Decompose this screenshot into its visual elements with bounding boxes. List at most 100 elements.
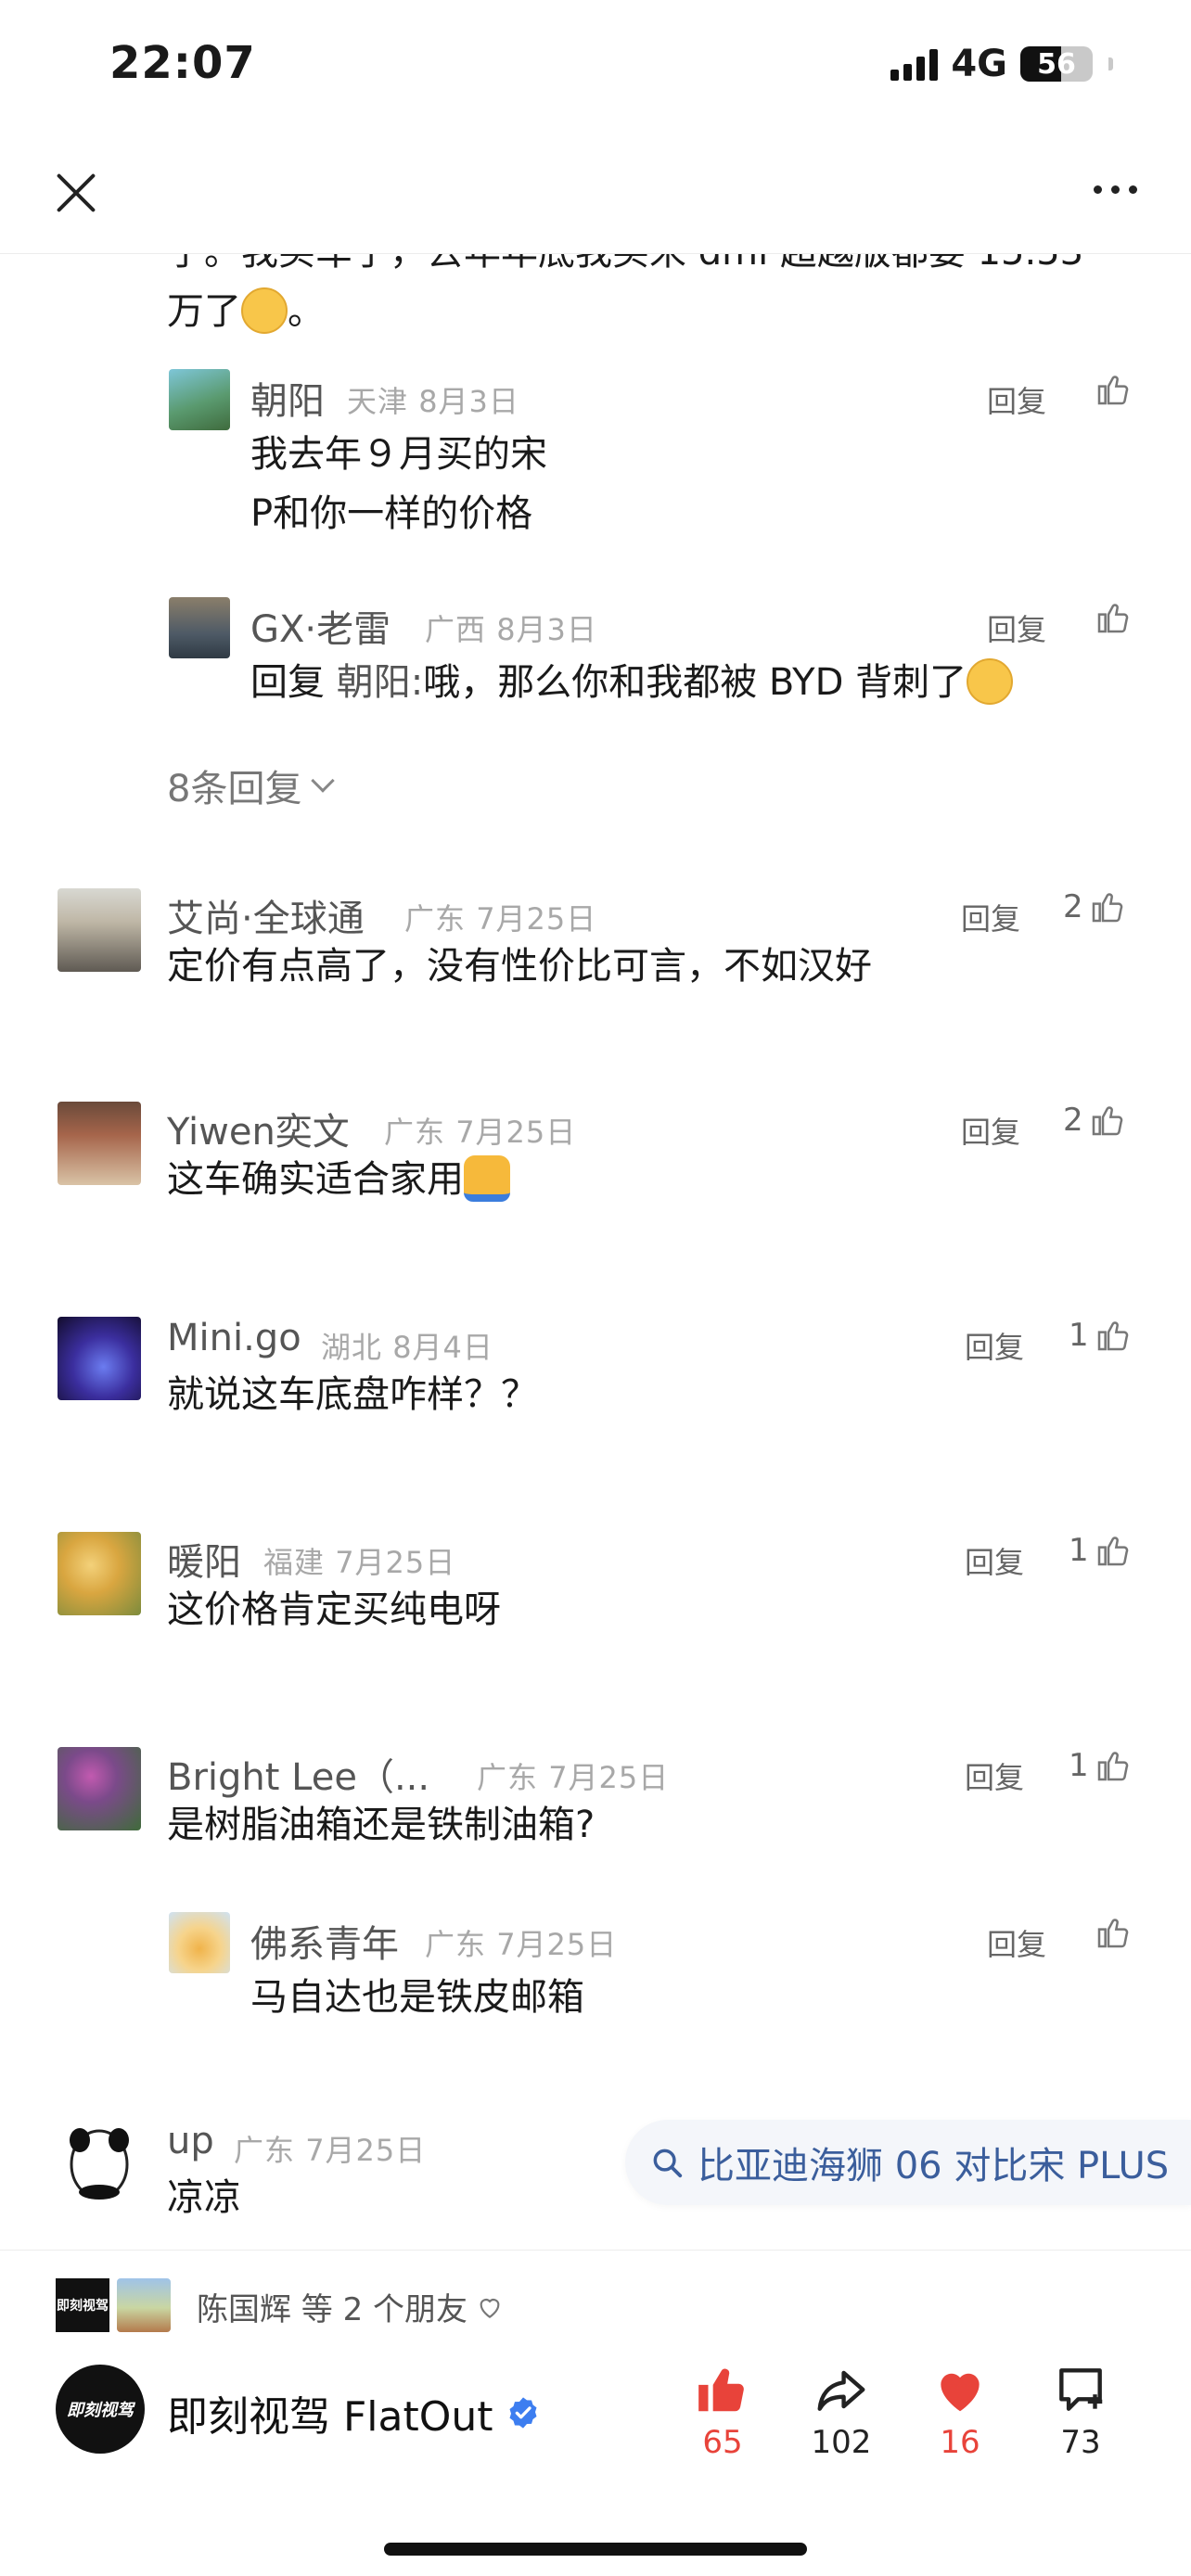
expand-replies-link[interactable]: 8条回复 bbox=[167, 759, 336, 812]
avatar[interactable] bbox=[58, 888, 141, 972]
status-indicators: 4G 56 bbox=[890, 43, 1113, 85]
avatar[interactable] bbox=[169, 1912, 230, 1973]
commenter-name[interactable]: up bbox=[167, 2120, 214, 2162]
reply-button[interactable]: 回复 bbox=[987, 378, 1046, 421]
avatar[interactable] bbox=[169, 369, 230, 430]
like-count: 65 bbox=[702, 2424, 743, 2461]
like-button[interactable]: 1 bbox=[1069, 1317, 1132, 1354]
avatar[interactable] bbox=[58, 1532, 141, 1615]
comment-text: 这车确实适合家用 bbox=[167, 1150, 1132, 1209]
comment-meta: 湖北 8月4日 bbox=[321, 1330, 493, 1365]
avatar[interactable] bbox=[58, 1747, 141, 1830]
like-count: 1 bbox=[1069, 1532, 1089, 1569]
reply-button[interactable]: 回复 bbox=[961, 896, 1020, 938]
like-count: 2 bbox=[1063, 888, 1083, 925]
reply-button[interactable]: 回复 bbox=[965, 1754, 1024, 1797]
reply-button[interactable]: 回复 bbox=[961, 1109, 1020, 1152]
like-button[interactable] bbox=[1095, 1914, 1132, 1951]
more-icon[interactable] bbox=[1094, 185, 1137, 194]
like-button[interactable]: 1 bbox=[1069, 1747, 1132, 1784]
home-indicator[interactable] bbox=[384, 2543, 807, 2556]
thumb-up-icon bbox=[1097, 1752, 1128, 1781]
verified-badge-icon bbox=[509, 2397, 537, 2429]
close-icon[interactable] bbox=[50, 167, 102, 219]
commenter-name[interactable]: 佛系青年 bbox=[250, 1914, 399, 1968]
share-count: 102 bbox=[811, 2424, 872, 2461]
comment-text: 是树脂油箱还是铁制油箱? bbox=[167, 1804, 596, 1846]
commenter-name[interactable]: Bright Lee（... bbox=[167, 1747, 429, 1801]
like-count: 1 bbox=[1069, 1317, 1089, 1354]
like-button[interactable] bbox=[1095, 599, 1132, 636]
like-button[interactable]: 1 bbox=[1069, 1532, 1132, 1569]
avatar[interactable] bbox=[58, 1102, 141, 1185]
comment-meta: 广东 7月25日 bbox=[425, 1927, 618, 1962]
search-icon bbox=[653, 2149, 683, 2178]
reply-to-name[interactable]: 朝阳: bbox=[337, 661, 423, 704]
comment-text: 我去年９月买的宋 P和你一样的价格 bbox=[250, 433, 547, 535]
avatar[interactable] bbox=[58, 2120, 141, 2203]
status-bar: 22:07 4G 56 bbox=[0, 0, 1191, 130]
comment-meta: 福建 7月25日 bbox=[263, 1545, 456, 1580]
share-icon bbox=[817, 2370, 865, 2411]
commenter-name[interactable]: Mini.go bbox=[167, 1317, 301, 1359]
comment-meta: 广东 7月25日 bbox=[384, 1115, 577, 1150]
comment-action[interactable]: 73 bbox=[1030, 2361, 1132, 2461]
account-avatar[interactable]: 即刻视驾 bbox=[56, 2365, 145, 2454]
heart-outline-icon bbox=[480, 2298, 500, 2318]
comment-text: 定价有点高了，没有性价比可言，不如汉好 bbox=[167, 945, 872, 988]
reply-button[interactable]: 回复 bbox=[965, 1324, 1024, 1367]
search-suggestion[interactable]: 比亚迪海狮 06 对比宋 PLUS bbox=[625, 2120, 1191, 2205]
comment-text: 回复 朝阳:哦，那么你和我都被 BYD 背刺了 bbox=[250, 653, 1132, 712]
thumb-up-icon bbox=[1092, 1106, 1122, 1136]
avatar[interactable] bbox=[169, 597, 230, 658]
share-action[interactable]: 102 bbox=[790, 2361, 892, 2461]
commenter-name[interactable]: GX·老雷 bbox=[250, 599, 391, 653]
comment-meta: 广东 7月25日 bbox=[477, 1760, 670, 1795]
thumb-up-icon bbox=[1092, 893, 1122, 923]
commenter-name[interactable]: 暖阳 bbox=[167, 1532, 241, 1586]
commenter-name[interactable]: 艾尚·全球通 bbox=[167, 888, 365, 942]
thumb-up-icon bbox=[1097, 604, 1129, 633]
like-count: 2 bbox=[1063, 1102, 1083, 1139]
friends-text: 陈国辉 等 2 个朋友 bbox=[197, 2284, 505, 2329]
friends-liked-bar[interactable]: 即刻视驾 陈国辉 等 2 个朋友 bbox=[0, 2250, 1191, 2352]
like-count: 1 bbox=[1069, 1747, 1089, 1784]
favorite-action[interactable]: 16 bbox=[909, 2361, 1011, 2461]
top-nav bbox=[0, 130, 1191, 254]
chevron-down-icon bbox=[311, 769, 336, 793]
status-time: 22:07 bbox=[109, 37, 256, 89]
account-name[interactable]: 即刻视驾 FlatOut bbox=[167, 2383, 542, 2442]
flushed-emoji-icon bbox=[241, 287, 288, 334]
thumb-up-icon bbox=[1097, 1919, 1129, 1948]
comment-meta: 广东 7月25日 bbox=[404, 901, 597, 937]
comment-text: 这价格肯定买纯电呀 bbox=[167, 1588, 501, 1631]
comment-count: 73 bbox=[1060, 2424, 1101, 2461]
search-suggestion-text: 比亚迪海狮 06 对比宋 PLUS bbox=[698, 2145, 1170, 2187]
cut-off-comment-text: 了。我买车了，去年年底我买宋 dmi 超越版都要 15.53 万了。 bbox=[167, 254, 1132, 341]
crying-emoji-icon bbox=[967, 658, 1014, 705]
comments-list: 了。我买车了，去年年底我买宋 dmi 超越版都要 15.53 万了。 朝阳 天津… bbox=[0, 254, 1191, 2250]
like-action[interactable]: 65 bbox=[672, 2361, 774, 2461]
reply-button[interactable]: 回复 bbox=[965, 1539, 1024, 1582]
cellular-signal-icon bbox=[890, 47, 939, 81]
comment-meta: 天津 8月3日 bbox=[347, 384, 519, 419]
reply-button[interactable]: 回复 bbox=[987, 606, 1046, 649]
comment-text: 就说这车底盘咋样？？ bbox=[167, 1373, 538, 1416]
network-type: 4G bbox=[951, 43, 1007, 85]
comment-meta: 广东 7月25日 bbox=[234, 2133, 427, 2168]
like-button[interactable]: 2 bbox=[1063, 888, 1126, 925]
commenter-name[interactable]: 朝阳 bbox=[250, 371, 325, 425]
thumb-up-icon bbox=[1097, 1321, 1128, 1351]
avatar[interactable] bbox=[58, 1317, 141, 1400]
reply-button[interactable]: 回复 bbox=[987, 1921, 1046, 1964]
panda-avatar-icon bbox=[70, 2128, 129, 2200]
thumb-up-icon bbox=[1097, 1537, 1128, 1566]
like-button[interactable] bbox=[1095, 371, 1132, 408]
battery-level: 56 bbox=[1037, 47, 1076, 81]
friend-avatar bbox=[117, 2278, 171, 2332]
commenter-name[interactable]: Yiwen奕文 bbox=[167, 1102, 350, 1155]
comment-meta: 广西 8月3日 bbox=[425, 612, 597, 647]
heart-filled-icon bbox=[941, 2373, 980, 2412]
like-button[interactable]: 2 bbox=[1063, 1102, 1126, 1139]
thumbs-up-emoji-icon bbox=[464, 1155, 510, 1202]
